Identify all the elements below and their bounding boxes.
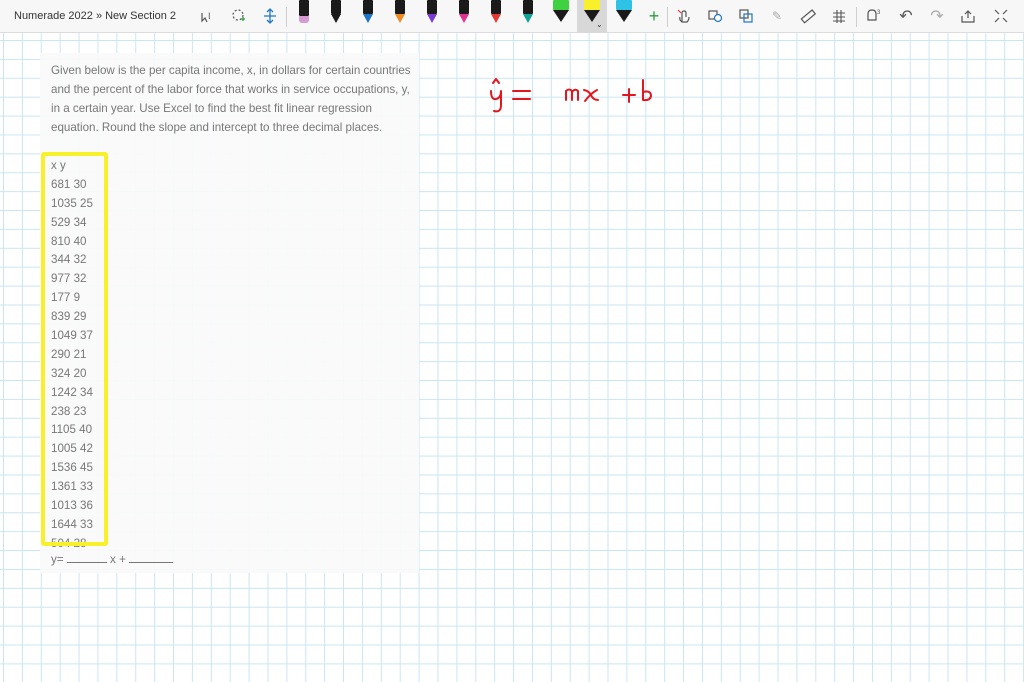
- pen-magenta-icon[interactable]: [457, 0, 471, 27]
- redo-icon[interactable]: ↷: [926, 5, 948, 27]
- share-icon[interactable]: [957, 5, 979, 27]
- svg-text:3: 3: [877, 10, 881, 16]
- grid-icon[interactable]: [828, 5, 850, 27]
- answer-template: y= x +: [51, 552, 174, 566]
- toolbar-divider: [667, 7, 668, 27]
- ruler-icon[interactable]: [797, 5, 819, 27]
- toolbar-divider: [286, 7, 287, 27]
- chevron-down-icon[interactable]: ⌄: [596, 20, 603, 29]
- undo-icon[interactable]: ↶: [895, 5, 917, 27]
- pen-pink-icon[interactable]: [297, 0, 311, 27]
- ink-to-math-icon[interactable]: ✎: [766, 5, 788, 27]
- pen-blue-icon[interactable]: [361, 0, 375, 27]
- toolbar-divider: [856, 7, 857, 27]
- intercept-blank[interactable]: [129, 552, 174, 563]
- convert-icon[interactable]: [735, 5, 757, 27]
- text-select-icon[interactable]: I: [197, 5, 219, 27]
- highlighter-cyan-icon[interactable]: [614, 0, 634, 27]
- add-pen-icon[interactable]: +: [643, 5, 665, 27]
- highlight-annotation: [41, 152, 108, 546]
- lasso-select-icon[interactable]: [228, 5, 250, 27]
- touch-draw-icon[interactable]: [673, 5, 695, 27]
- slope-blank[interactable]: [66, 552, 107, 563]
- svg-text:I: I: [208, 11, 211, 21]
- pen-orange-icon[interactable]: [393, 0, 407, 27]
- answer-prefix: y=: [51, 553, 64, 566]
- pen-black-icon[interactable]: [329, 0, 343, 27]
- replay-icon[interactable]: 3: [862, 5, 884, 27]
- pen-purple-icon[interactable]: [425, 0, 439, 27]
- pen-teal-icon[interactable]: [521, 0, 535, 27]
- shape-icon[interactable]: [704, 5, 726, 27]
- problem-text: Given below is the per capita income, x,…: [51, 64, 411, 134]
- highlighter-yellow-icon[interactable]: ⌄: [582, 0, 603, 29]
- handwritten-equation: [490, 78, 652, 113]
- fullscreen-icon[interactable]: [990, 5, 1012, 27]
- pen-red-icon[interactable]: [489, 0, 503, 27]
- highlighter-green-icon[interactable]: [551, 0, 571, 27]
- add-space-icon[interactable]: [259, 5, 281, 27]
- answer-mid: x +: [110, 553, 126, 566]
- breadcrumb[interactable]: Numerade 2022 » New Section 2: [14, 10, 192, 22]
